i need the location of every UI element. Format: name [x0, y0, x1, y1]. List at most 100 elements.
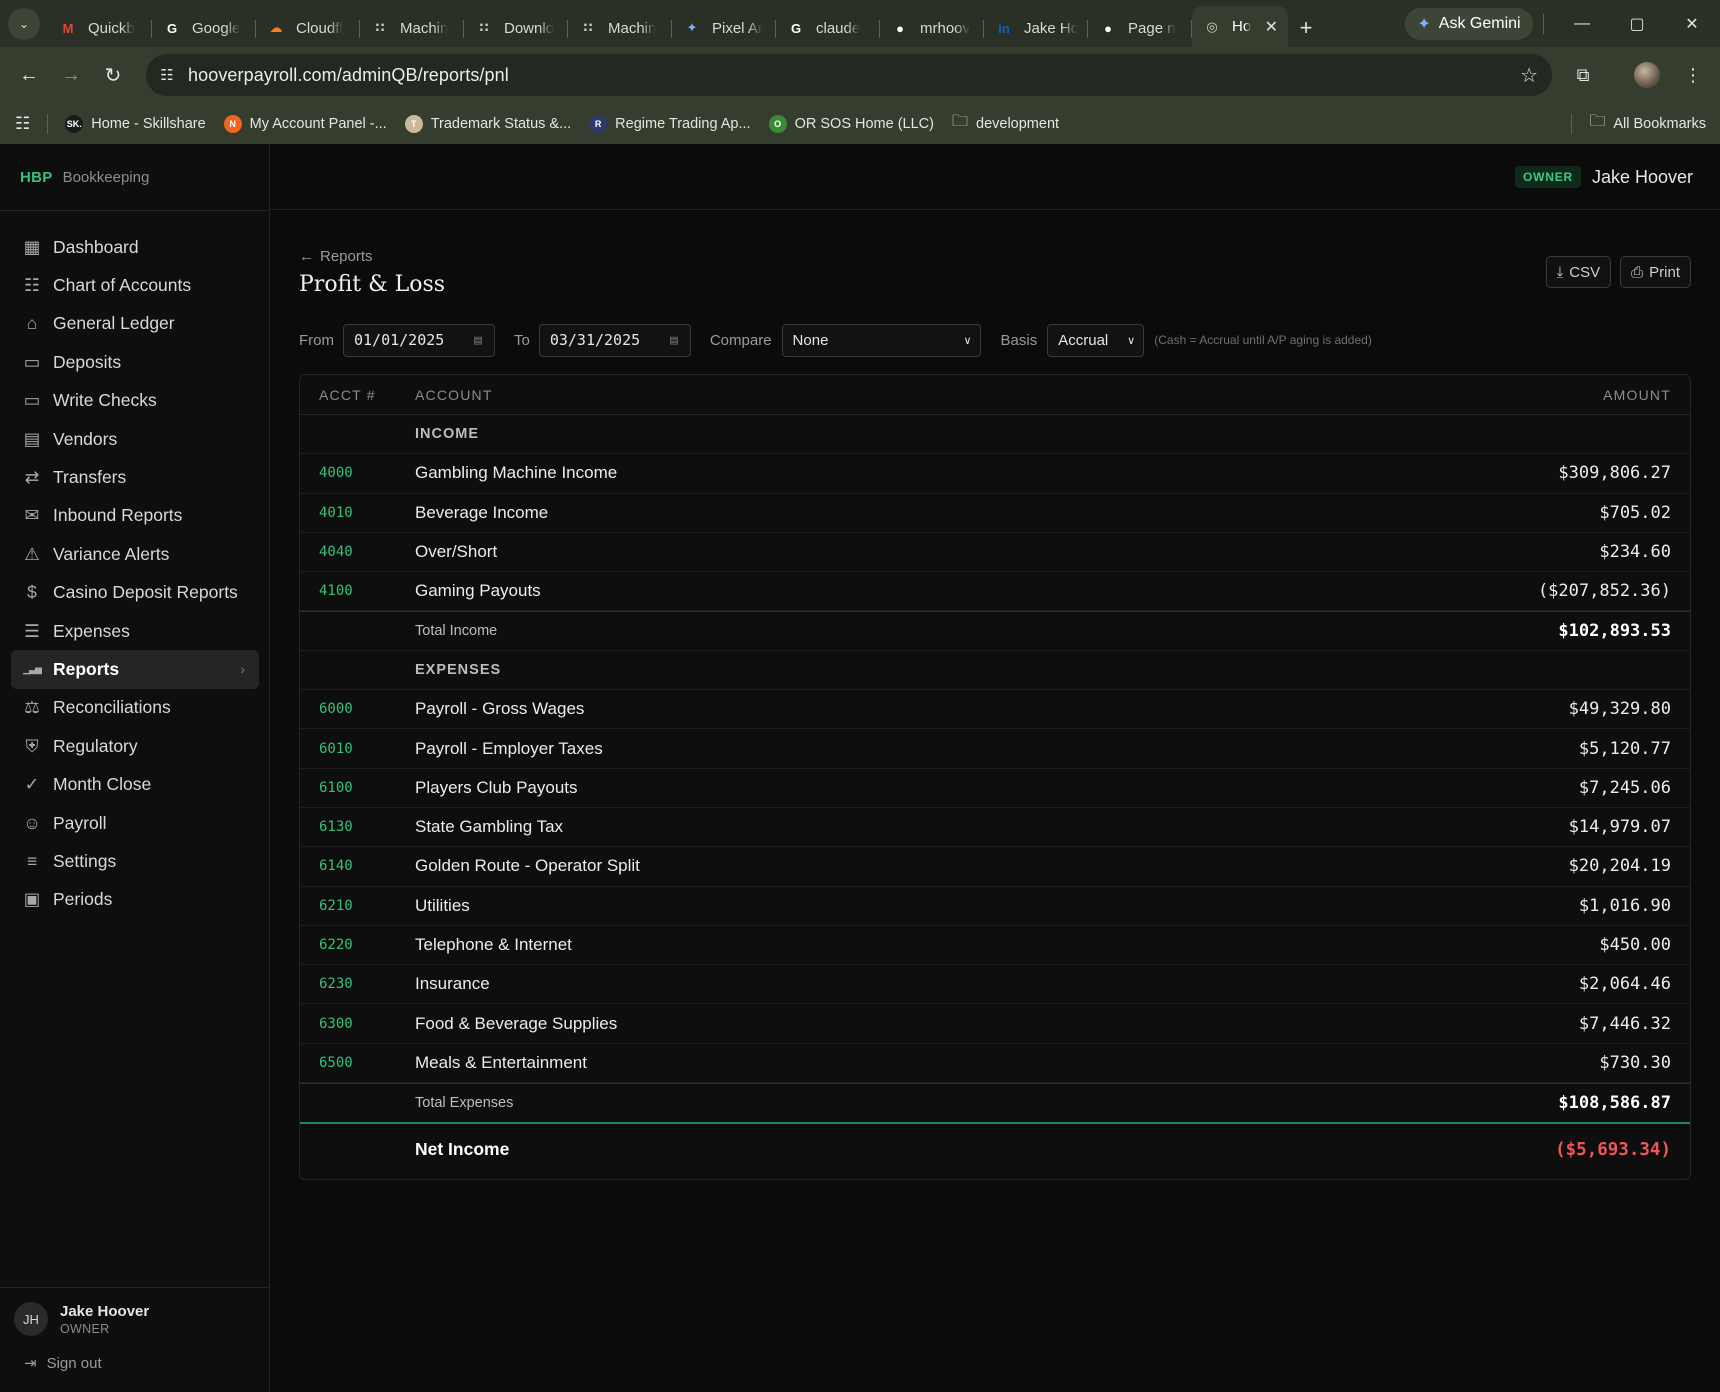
account-name[interactable]: Meals & Entertainment	[415, 1053, 1390, 1073]
account-name[interactable]: Payroll - Employer Taxes	[415, 739, 1390, 759]
table-row[interactable]: 4100 Gaming Payouts ($207,852.36)	[300, 572, 1690, 612]
site-info-icon[interactable]: ☷	[146, 66, 188, 84]
sidebar-item-casino-deposit-reports[interactable]: $ Casino Deposit Reports	[11, 574, 259, 612]
account-number[interactable]: 6100	[300, 780, 415, 796]
account-number[interactable]: 6230	[300, 976, 415, 992]
account-number[interactable]: 4010	[300, 505, 415, 521]
account-name[interactable]: Payroll - Gross Wages	[415, 699, 1390, 719]
table-row[interactable]: 6220 Telephone & Internet $450.00	[300, 926, 1690, 966]
table-row[interactable]: 6500 Meals & Entertainment $730.30	[300, 1044, 1690, 1084]
browser-tab[interactable]: ✦ Pixel Ar	[672, 10, 776, 46]
maximize-button[interactable]: ▢	[1617, 8, 1657, 40]
column-header-amount[interactable]: AMOUNT	[1390, 387, 1690, 403]
browser-tab[interactable]: M Quickb	[48, 10, 152, 46]
account-number[interactable]: 6140	[300, 858, 415, 874]
bookmark-item[interactable]: R Regime Trading Ap...	[580, 109, 759, 139]
account-name[interactable]: Beverage Income	[415, 503, 1390, 523]
table-row[interactable]: 6300 Food & Beverage Supplies $7,446.32	[300, 1004, 1690, 1044]
account-name[interactable]: Utilities	[415, 896, 1390, 916]
extensions-button[interactable]: ⧉	[1567, 59, 1599, 91]
sidebar-item-month-close[interactable]: ✓ Month Close	[11, 765, 259, 803]
tab-search-button[interactable]: ⌄	[8, 8, 40, 40]
sidebar-item-settings[interactable]: ≡ Settings	[11, 842, 259, 880]
print-button[interactable]: ⎙ Print	[1620, 256, 1691, 288]
account-number[interactable]: 6500	[300, 1055, 415, 1071]
sidebar-item-expenses[interactable]: ☰ Expenses	[11, 612, 259, 650]
sidebar-item-reconciliations[interactable]: ⚖ Reconciliations	[11, 689, 259, 727]
calendar-icon[interactable]: ▤	[474, 333, 482, 348]
apps-button[interactable]: ☷	[0, 109, 39, 139]
close-tab-icon[interactable]: ✕	[1265, 17, 1278, 37]
sign-out-button[interactable]: ⇥ Sign out	[24, 1354, 102, 1373]
account-name[interactable]: State Gambling Tax	[415, 817, 1390, 837]
url-text[interactable]: hooverpayroll.com/adminQB/reports/pnl	[188, 65, 509, 86]
browser-tab[interactable]: G Google	[152, 10, 256, 46]
sidebar-item-write-checks[interactable]: ▭ Write Checks	[11, 382, 259, 420]
table-row[interactable]: 4010 Beverage Income $705.02	[300, 494, 1690, 533]
browser-tab[interactable]: in Jake Ho	[984, 10, 1088, 46]
sidebar-item-periods[interactable]: ▣ Periods	[11, 881, 259, 919]
account-number[interactable]: 6010	[300, 741, 415, 757]
account-name[interactable]: Over/Short	[415, 542, 1390, 562]
account-name[interactable]: Telephone & Internet	[415, 935, 1390, 955]
sidebar-item-vendors[interactable]: ▤ Vendors	[11, 420, 259, 458]
sidebar-item-dashboard[interactable]: ▦ Dashboard	[11, 228, 259, 266]
forward-button[interactable]: →	[55, 59, 87, 91]
account-name[interactable]: Gambling Machine Income	[415, 463, 1390, 483]
sidebar-item-general-ledger[interactable]: ⌂ General Ledger	[11, 305, 259, 343]
browser-tab[interactable]: ∷ Downlo	[464, 10, 568, 46]
sidebar-item-deposits[interactable]: ▭ Deposits	[11, 343, 259, 381]
account-name[interactable]: Food & Beverage Supplies	[415, 1014, 1390, 1034]
sidebar-item-inbound-reports[interactable]: ✉ Inbound Reports	[11, 497, 259, 535]
sidebar-item-payroll[interactable]: ☺ Payroll	[11, 804, 259, 842]
compare-select[interactable]: None ∨	[781, 323, 981, 357]
browser-tab[interactable]: ● Page n	[1088, 10, 1192, 46]
basis-select[interactable]: Accrual ∨	[1047, 323, 1145, 357]
account-name[interactable]: Gaming Payouts	[415, 581, 1390, 601]
bookmark-item[interactable]: O OR SOS Home (LLC)	[760, 109, 943, 139]
table-row[interactable]: 4000 Gambling Machine Income $309,806.27	[300, 454, 1690, 494]
account-number[interactable]: 6130	[300, 819, 415, 835]
new-tab-button[interactable]: +	[1288, 10, 1324, 46]
table-row[interactable]: 6130 State Gambling Tax $14,979.07	[300, 808, 1690, 848]
to-date-input[interactable]: 03/31/2025 ▤	[538, 323, 691, 357]
minimize-button[interactable]: —	[1562, 8, 1602, 40]
close-window-button[interactable]: ✕	[1672, 8, 1712, 40]
account-name[interactable]: Golden Route - Operator Split	[415, 856, 1390, 876]
browser-tab[interactable]: ∷ Machin	[568, 10, 672, 46]
table-row[interactable]: 4040 Over/Short $234.60	[300, 533, 1690, 573]
sidebar-item-regulatory[interactable]: ⛨ Regulatory	[11, 727, 259, 765]
browser-tab[interactable]: ∷ Machin	[360, 10, 464, 46]
account-number[interactable]: 4000	[300, 465, 415, 481]
browser-menu-button[interactable]: ⋮	[1677, 59, 1709, 91]
browser-tab-active[interactable]: ◎ Ho ✕	[1192, 6, 1288, 47]
column-header-acct[interactable]: ACCT #	[300, 387, 415, 403]
browser-tab[interactable]: Gclaude	[776, 10, 880, 46]
all-bookmarks-button[interactable]: 🗀 All Bookmarks	[1580, 109, 1720, 139]
back-button[interactable]: ←	[13, 59, 45, 91]
address-bar[interactable]: ☷ hooverpayroll.com/adminQB/reports/pnl …	[146, 54, 1552, 96]
account-number[interactable]: 6000	[300, 701, 415, 717]
browser-tab[interactable]: ☁ Cloudfl	[256, 10, 360, 46]
table-row[interactable]: 6230 Insurance $2,064.46	[300, 965, 1690, 1005]
bookmark-item[interactable]: SK. Home - Skillshare	[56, 109, 214, 139]
column-header-account[interactable]: ACCOUNT	[415, 387, 1390, 403]
account-number[interactable]: 4100	[300, 583, 415, 599]
table-row[interactable]: 6010 Payroll - Employer Taxes $5,120.77	[300, 729, 1690, 769]
bookmark-item[interactable]: 🗀 development	[943, 109, 1068, 139]
bookmark-star-icon[interactable]: ☆	[1520, 63, 1538, 88]
account-name[interactable]: Insurance	[415, 974, 1390, 994]
ask-gemini-button[interactable]: ✦ Ask Gemini	[1405, 8, 1533, 40]
account-number[interactable]: 6220	[300, 937, 415, 953]
top-user-name[interactable]: Jake Hoover	[1592, 167, 1693, 188]
bookmark-item[interactable]: T Trademark Status &...	[396, 109, 580, 139]
browser-tab[interactable]: ● mrhoov	[880, 10, 984, 46]
reload-button[interactable]: ↻	[97, 59, 129, 91]
account-number[interactable]: 6300	[300, 1016, 415, 1032]
sidebar-item-transfers[interactable]: ⇄ Transfers	[11, 458, 259, 496]
sidebar-item-variance-alerts[interactable]: ⚠ Variance Alerts	[11, 535, 259, 573]
table-row[interactable]: 6000 Payroll - Gross Wages $49,329.80	[300, 690, 1690, 730]
account-number[interactable]: 4040	[300, 544, 415, 560]
sidebar-item-reports[interactable]: ▁▃▅ Reports ›	[11, 650, 259, 689]
back-to-reports-link[interactable]: ← Reports	[299, 248, 373, 265]
